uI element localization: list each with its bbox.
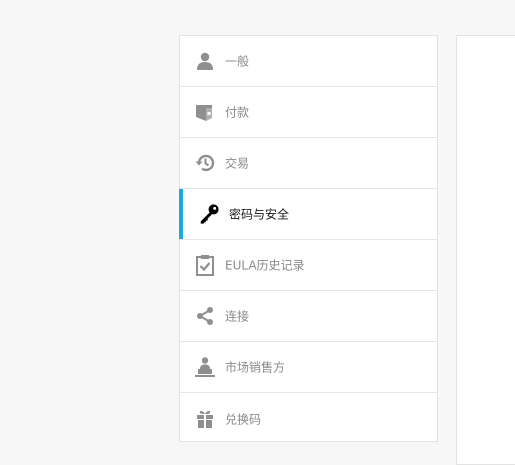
seller-icon	[194, 356, 216, 378]
menu-item-label: 兑换码	[225, 412, 262, 426]
menu-item-general[interactable]: 一般	[180, 36, 437, 87]
menu-item-transactions[interactable]: 交易	[180, 138, 437, 189]
menu-item-eula-history[interactable]: EULA历史记录	[180, 240, 437, 291]
menu-item-payment[interactable]: 付款	[180, 87, 437, 138]
menu-item-marketplace-seller[interactable]: 市场销售方	[180, 342, 437, 393]
key-icon	[198, 203, 220, 225]
menu-item-label: 市场销售方	[225, 360, 286, 375]
share-icon	[194, 305, 216, 327]
history-icon	[194, 152, 216, 174]
account-settings-menu: 一般 付款 交易 密码与安全 EULA历史记录 连接 市场销售方 兑换码	[179, 35, 438, 442]
content-panel	[456, 35, 515, 465]
menu-item-label: 交易	[225, 156, 250, 171]
menu-item-password-security[interactable]: 密码与安全	[179, 189, 437, 240]
menu-item-connections[interactable]: 连接	[180, 291, 437, 342]
gift-icon	[194, 408, 216, 430]
menu-item-label: 付款	[225, 105, 250, 120]
menu-item-label: 一般	[225, 54, 250, 69]
menu-item-label: 密码与安全	[229, 207, 290, 222]
wallet-icon	[194, 101, 216, 123]
menu-item-label: 连接	[225, 309, 250, 324]
clipboard-check-icon	[194, 254, 216, 276]
menu-item-label: EULA历史记录	[225, 258, 305, 273]
active-indicator	[179, 189, 183, 239]
menu-item-redeem-code[interactable]: 兑换码	[180, 393, 437, 444]
person-icon	[194, 50, 216, 72]
